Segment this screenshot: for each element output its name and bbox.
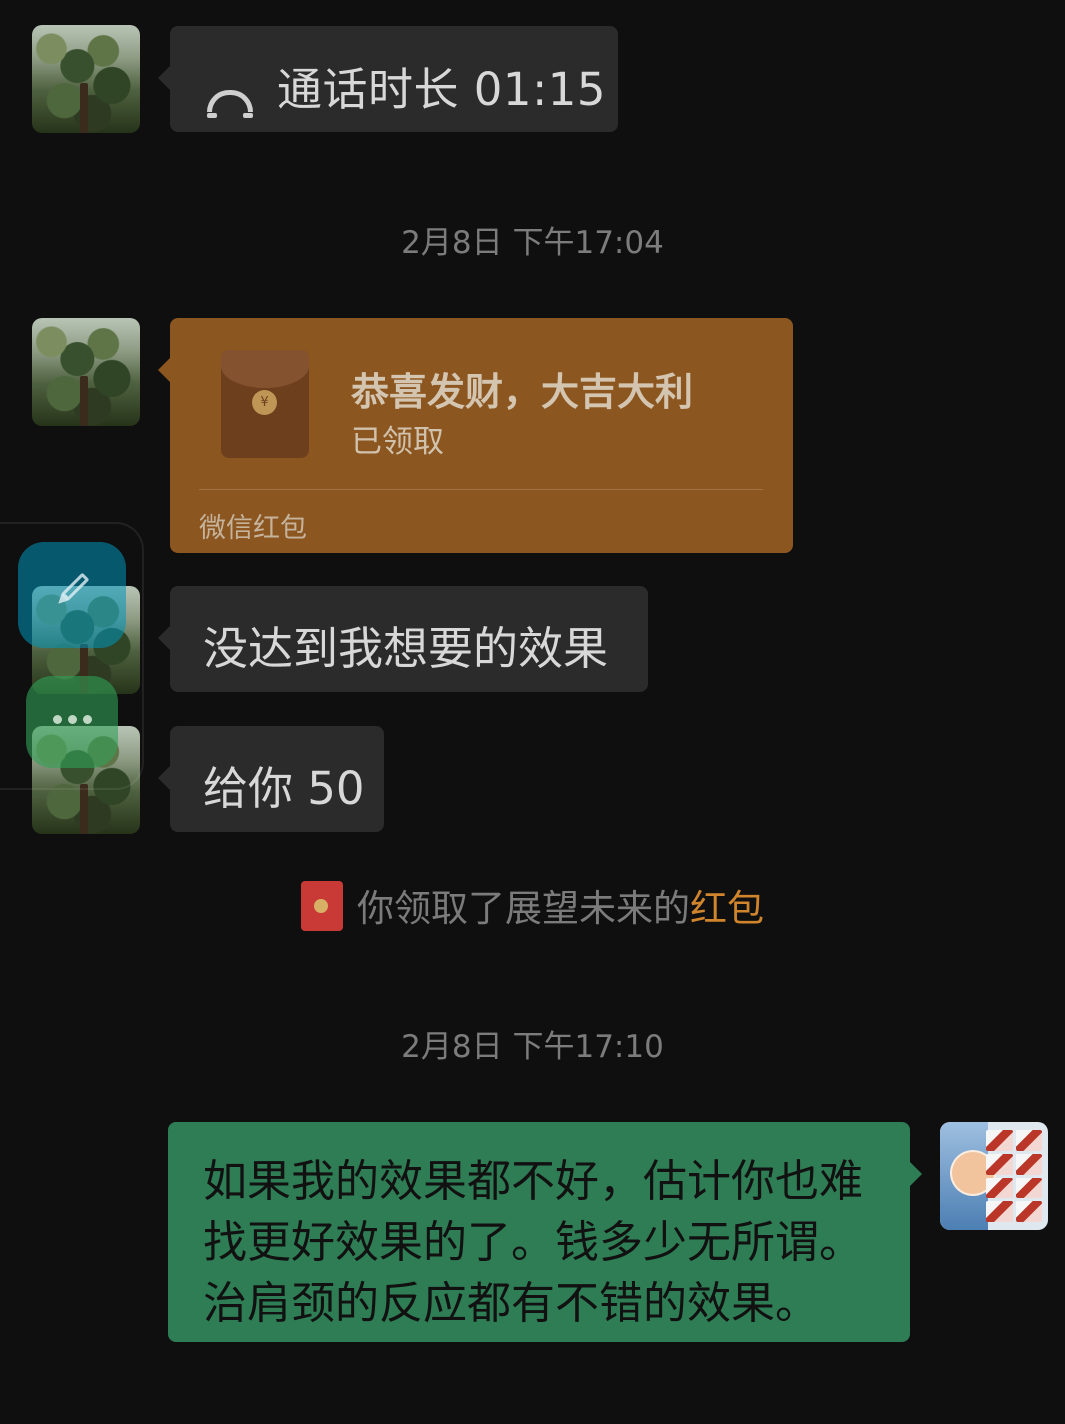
- system-notice-prefix: 你领取了展望未来的: [357, 887, 690, 930]
- chat-screen: 通话时长 01:15 2月8日 下午17:04 ¥ 恭喜发财，大吉大利 已领取 …: [0, 0, 1065, 1424]
- red-packet-system-notice: 你领取了展望未来的红包: [0, 878, 1065, 932]
- self-avatar-tile: [986, 1130, 1013, 1151]
- incoming-message-bubble-2[interactable]: 给你 50: [158, 726, 384, 832]
- red-packet-small-icon: [301, 881, 343, 931]
- phone-call-icon: [207, 90, 253, 118]
- self-avatar-tile: [1015, 1130, 1042, 1151]
- system-notice-highlight[interactable]: 红包: [690, 887, 764, 930]
- red-packet-footer: 微信红包: [199, 513, 307, 544]
- call-record-bubble[interactable]: 通话时长 01:15: [158, 26, 618, 132]
- red-packet-status: 已领取: [351, 424, 444, 460]
- red-packet-title: 恭喜发财，大吉大利: [351, 370, 694, 414]
- chat-timestamp-1: 2月8日 下午17:04: [401, 225, 664, 261]
- self-avatar[interactable]: [940, 1122, 1048, 1230]
- incoming-message-text-1: 没达到我想要的效果: [203, 622, 609, 675]
- self-avatar-tile: [1015, 1201, 1042, 1222]
- red-packet-divider: [199, 489, 763, 490]
- self-avatar-tile: [986, 1201, 1013, 1222]
- self-avatar-tile: [1015, 1177, 1042, 1199]
- pencil-icon: [47, 567, 95, 615]
- contact-avatar-1[interactable]: [32, 25, 140, 133]
- dot: [53, 715, 62, 724]
- incoming-message-bubble-1[interactable]: 没达到我想要的效果: [158, 586, 648, 692]
- floating-edit-button[interactable]: [18, 542, 126, 648]
- incoming-message-text-2: 给你 50: [203, 762, 365, 815]
- red-packet-bubble[interactable]: ¥ 恭喜发财，大吉大利 已领取 微信红包: [158, 318, 793, 553]
- chat-timestamp-2: 2月8日 下午17:10: [401, 1029, 664, 1065]
- self-avatar-tile: [986, 1177, 1013, 1199]
- dot: [83, 715, 92, 724]
- contact-avatar-2[interactable]: [32, 318, 140, 426]
- dot: [68, 715, 77, 724]
- self-avatar-tile: [1015, 1153, 1042, 1175]
- self-avatar-tile: [986, 1153, 1013, 1175]
- red-packet-icon: ¥: [221, 350, 309, 458]
- call-duration-text: 通话时长 01:15: [277, 63, 606, 116]
- red-packet-coin-icon: ¥: [252, 390, 277, 415]
- more-dots-icon: [53, 715, 93, 725]
- self-avatar-image-grid: [986, 1130, 1042, 1222]
- red-packet-cover: [221, 350, 309, 388]
- floating-more-button[interactable]: [26, 676, 118, 768]
- outgoing-message-bubble[interactable]: 如果我的效果都不好，估计你也难 找更好效果的了。钱多少无所谓。 治肩颈的反应都有…: [168, 1122, 922, 1342]
